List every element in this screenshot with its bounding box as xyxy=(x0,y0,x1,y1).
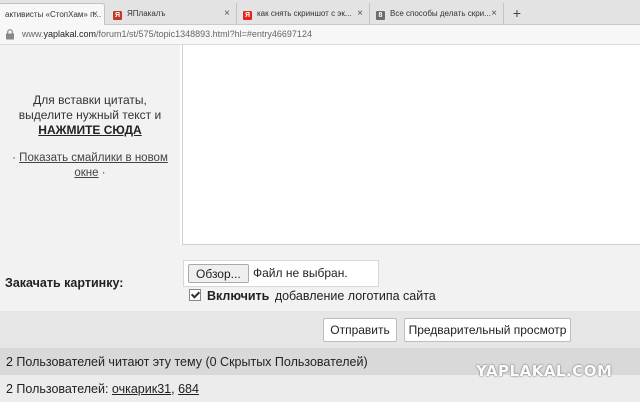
logo-option-label: добавление логотипа сайта xyxy=(274,289,436,303)
address-bar[interactable]: www.yaplakal.com/forum1/st/575/topic1348… xyxy=(0,25,640,45)
close-tab-icon[interactable]: × xyxy=(92,4,98,25)
tab-yaplakal[interactable]: Я ЯПлакалъ × xyxy=(107,3,237,24)
browser-tab-bar: активисты «СтопХам» п... × Я ЯПлакалъ × Я… xyxy=(0,0,640,25)
new-tab-button[interactable]: + xyxy=(508,3,526,23)
reply-sidebar: Для вставки цитаты, выделите нужный текс… xyxy=(0,45,180,245)
smilies-block: · Показать смайлики в новом окне · xyxy=(6,151,174,181)
browse-button[interactable]: Обзор... xyxy=(188,264,249,283)
send-button[interactable]: Отправить xyxy=(323,318,397,342)
quote-hint: Для вставки цитаты, выделите нужный текс… xyxy=(6,93,174,138)
user-link[interactable]: очкарик31 xyxy=(112,382,171,396)
insert-quote-link[interactable]: НАЖМИТЕ СЮДА xyxy=(6,123,174,138)
tab-title: как снять скриншот с эк... xyxy=(257,9,352,18)
users-line: 2 Пользователей: очкарик31, 684 xyxy=(6,382,199,396)
upload-row: Закачать картинку: Обзор... Файл не выбр… xyxy=(0,245,640,311)
reply-form: Для вставки цитаты, выделите нужный текс… xyxy=(0,45,640,402)
message-textarea[interactable] xyxy=(182,45,640,245)
url-host: yaplakal.com xyxy=(43,29,97,39)
logo-option-bold: Включить xyxy=(207,289,270,303)
upload-label: Закачать картинку: xyxy=(5,276,124,290)
close-tab-icon[interactable]: × xyxy=(491,3,497,24)
url-prefix: www. xyxy=(22,29,44,39)
site-icon: 8 xyxy=(376,11,385,20)
quote-hint-line2: выделите нужный текст и xyxy=(18,108,162,122)
site-watermark: YAPLAKAL.COM xyxy=(476,362,613,380)
readers-text: 2 Пользователей читают эту тему (0 Скрыт… xyxy=(6,355,368,369)
tab-screenshot-howto[interactable]: Якак снять скриншот с эк... × xyxy=(237,3,370,24)
url-path: /forum1/st/575/topic1348893.html?hl=#ent… xyxy=(96,29,312,39)
info-icon[interactable] xyxy=(5,29,15,40)
close-tab-icon[interactable]: × xyxy=(357,3,363,24)
logo-option[interactable]: Включить добавление логотипа сайта xyxy=(189,289,436,303)
logo-checkbox[interactable] xyxy=(189,289,201,301)
bullet: · xyxy=(12,152,16,164)
button-row: Отправить Предварительный просмотр xyxy=(0,311,640,348)
preview-button[interactable]: Предварительный просмотр xyxy=(404,318,571,342)
close-tab-icon[interactable]: × xyxy=(224,3,230,24)
no-file-text: Файл не выбран. xyxy=(253,266,348,280)
url-text[interactable]: www.yaplakal.com/forum1/st/575/topic1348… xyxy=(22,25,312,44)
tab-screenshot-methods[interactable]: 8 Все способы делать скри... × xyxy=(370,3,504,24)
tab-title: ЯПлакалъ xyxy=(127,9,166,18)
tab-stopham[interactable]: активисты «СтопХам» п... × xyxy=(0,3,105,25)
yaplakal-icon: Я xyxy=(113,11,122,20)
quote-hint-line1: Для вставки цитаты, xyxy=(33,93,147,107)
tab-title: активисты «СтопХам» п... xyxy=(5,10,102,19)
tab-title: Все способы делать скри... xyxy=(390,9,491,18)
user-link[interactable]: 684 xyxy=(178,382,199,396)
yandex-icon: Я xyxy=(243,11,252,20)
users-prefix: 2 Пользователей: xyxy=(6,382,109,396)
show-smilies-link[interactable]: Показать смайлики в новом окне xyxy=(19,152,168,179)
file-input[interactable]: Обзор... Файл не выбран. xyxy=(183,260,379,287)
bullet: · xyxy=(101,167,106,179)
